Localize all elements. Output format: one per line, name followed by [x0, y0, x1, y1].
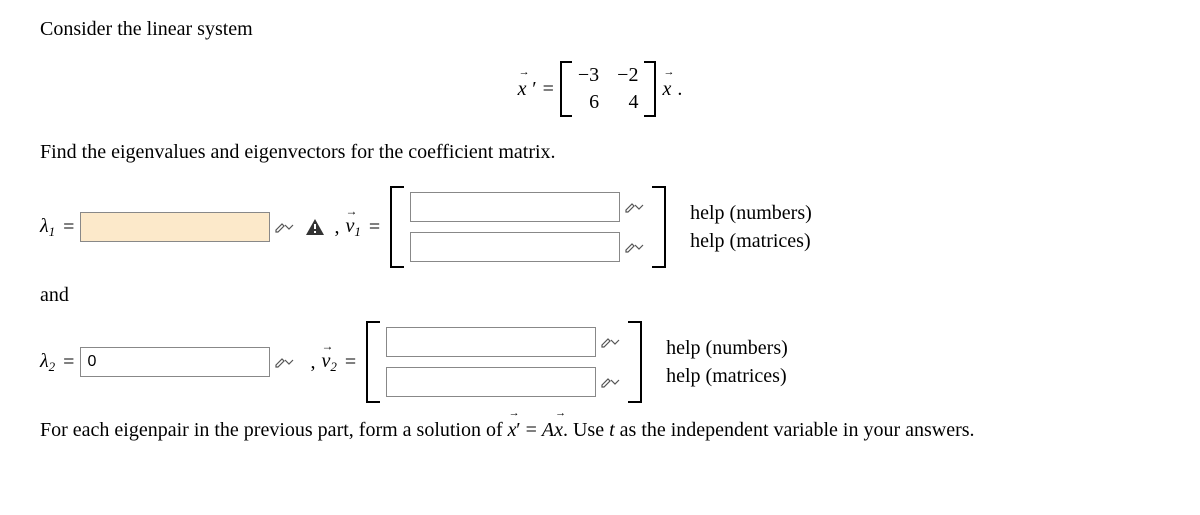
help-matrices-link[interactable]: help (matrices): [666, 366, 788, 386]
v1-top-input[interactable]: [410, 192, 620, 222]
x-vector: x: [518, 78, 527, 101]
system-equation: x ′ = −3 −2 6 4 x.: [40, 61, 1160, 117]
v1-vector-input: [390, 188, 666, 266]
help-numbers-link[interactable]: help (numbers): [690, 203, 812, 223]
intro-text: Consider the linear system: [40, 18, 1160, 41]
eigenpair-1-row: λ1 = , →v1 =: [40, 188, 1160, 266]
and-text: and: [40, 284, 1160, 307]
edit-dropdown-icon[interactable]: [624, 196, 646, 218]
warning-icon: [304, 216, 326, 238]
lambda-1-label: λ1: [40, 216, 55, 238]
edit-dropdown-icon[interactable]: [624, 236, 646, 258]
v1-bot-input[interactable]: [410, 232, 620, 262]
eigenpair-2-row: λ2 = , →v2 =: [40, 323, 1160, 401]
lambda-2-input[interactable]: [80, 347, 270, 377]
v2-top-input[interactable]: [386, 327, 596, 357]
final-instruction: For each eigenpair in the previous part,…: [40, 419, 1160, 442]
edit-dropdown-icon[interactable]: [600, 331, 622, 353]
v2-label: →v2: [321, 351, 336, 373]
edit-dropdown-icon[interactable]: [274, 351, 296, 373]
edit-dropdown-icon[interactable]: [274, 216, 296, 238]
instruction-text: Find the eigenvalues and eigenvectors fo…: [40, 141, 1160, 164]
help-matrices-link[interactable]: help (matrices): [690, 231, 812, 251]
coefficient-matrix: −3 −2 6 4: [560, 61, 657, 117]
x-vector-rhs: x: [662, 78, 671, 101]
v2-vector-input: [366, 323, 642, 401]
v1-label: →v1: [345, 216, 360, 238]
help-numbers-link[interactable]: help (numbers): [666, 338, 788, 358]
lambda-1-input[interactable]: [80, 212, 270, 242]
lambda-2-label: λ2: [40, 351, 55, 373]
edit-dropdown-icon[interactable]: [600, 371, 622, 393]
v2-bot-input[interactable]: [386, 367, 596, 397]
